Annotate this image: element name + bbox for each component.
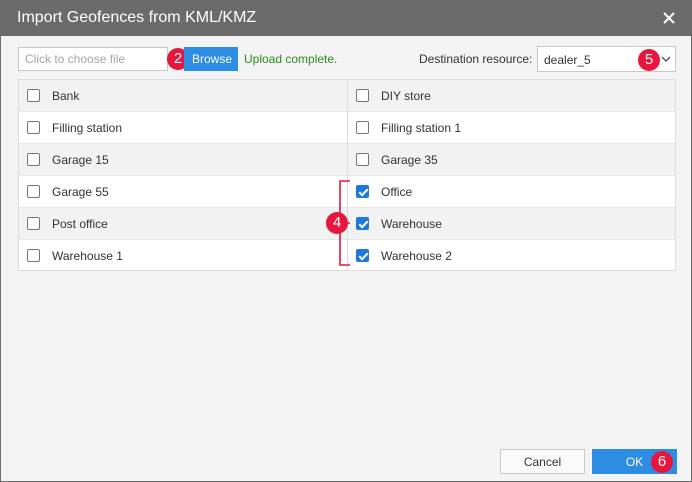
- callout-badge-ok: 6: [651, 451, 673, 473]
- geofence-checkbox[interactable]: [356, 121, 369, 134]
- geofence-label: Garage 55: [52, 184, 109, 199]
- destination-resource-value: dealer_5: [544, 53, 591, 67]
- geofence-item[interactable]: Office: [356, 176, 412, 207]
- geofence-item[interactable]: Warehouse 2: [356, 240, 452, 271]
- geofence-checkbox[interactable]: [27, 249, 40, 262]
- geofence-item[interactable]: Filling station 1: [356, 112, 461, 143]
- geofence-label: Bank: [52, 88, 80, 103]
- geofence-checkbox[interactable]: [27, 121, 40, 134]
- geofence-label: DIY store: [381, 88, 431, 103]
- geofence-checkbox[interactable]: [27, 153, 40, 166]
- geofence-label: Garage 15: [52, 152, 109, 167]
- callout-badge-selection: 4: [326, 212, 348, 234]
- geofence-item[interactable]: DIY store: [356, 80, 431, 111]
- file-choose-input[interactable]: Click to choose file: [18, 47, 168, 71]
- geofence-checkbox[interactable]: [27, 185, 40, 198]
- dialog-title: Import Geofences from KML/KMZ: [17, 9, 257, 26]
- geofence-label: Warehouse: [381, 216, 442, 231]
- geofence-checkbox[interactable]: [356, 217, 369, 230]
- geofence-checkbox[interactable]: [27, 89, 40, 102]
- geofence-item[interactable]: Garage 35: [356, 144, 438, 175]
- close-icon[interactable]: [661, 10, 677, 26]
- geofence-checkbox[interactable]: [356, 153, 369, 166]
- geofence-item[interactable]: Bank: [27, 80, 79, 111]
- geofence-checkbox[interactable]: [356, 185, 369, 198]
- geofence-checkbox[interactable]: [356, 249, 369, 262]
- geofence-item[interactable]: Garage 15: [27, 144, 109, 175]
- browse-button[interactable]: Browse: [184, 47, 238, 71]
- geofence-checkbox[interactable]: [356, 89, 369, 102]
- cancel-button[interactable]: Cancel: [500, 449, 585, 474]
- geofence-label: Office: [381, 184, 413, 199]
- geofence-label: Garage 35: [381, 152, 438, 167]
- geofence-label: Warehouse 2: [381, 248, 452, 263]
- geofence-item[interactable]: Warehouse: [356, 208, 442, 239]
- geofence-label: Filling station 1: [381, 120, 462, 135]
- geofence-checkbox[interactable]: [27, 217, 40, 230]
- geofence-item[interactable]: Warehouse 1: [27, 240, 123, 271]
- dialog-titlebar: Import Geofences from KML/KMZ: [1, 1, 691, 36]
- upload-status-text: Upload complete.: [244, 52, 338, 66]
- geofence-label: Post office: [52, 216, 108, 231]
- import-geofences-dialog: Import Geofences from KML/KMZ Click to c…: [0, 0, 692, 482]
- geofence-item[interactable]: Post office: [27, 208, 108, 239]
- chevron-down-icon: [661, 56, 671, 62]
- geofence-label: Filling station: [52, 120, 123, 135]
- destination-resource-label: Destination resource:: [419, 52, 533, 66]
- callout-badge-destination: 5: [638, 49, 660, 71]
- geofence-item[interactable]: Filling station: [27, 112, 122, 143]
- geofence-label: Warehouse 1: [52, 248, 123, 263]
- geofence-item[interactable]: Garage 55: [27, 176, 109, 207]
